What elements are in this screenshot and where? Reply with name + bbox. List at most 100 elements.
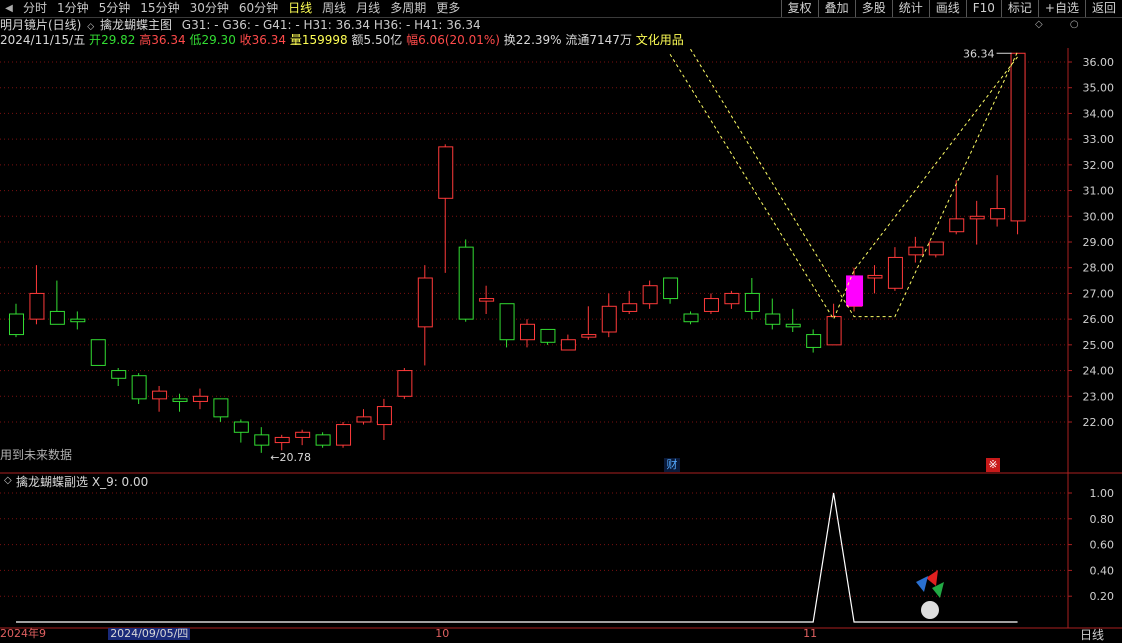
vol-value: 159998: [301, 33, 348, 47]
collapse-icon[interactable]: ◇: [87, 22, 94, 32]
toolbar-button-4[interactable]: 画线: [928, 0, 966, 17]
tab-8[interactable]: 月线: [351, 0, 385, 17]
high-price-marker: 36.34: [963, 47, 995, 60]
candle-body: [417, 277, 433, 328]
candle-body: [295, 431, 311, 438]
toolbar-button-6[interactable]: 标记: [1000, 0, 1038, 17]
candlestick-chart[interactable]: ←20.78 36.34 22.00 23.00 24.00 25.00 26.00 27.…: [0, 0, 1122, 640]
candle-body: [765, 313, 781, 325]
vol-label: 量: [289, 33, 302, 47]
indicator-name[interactable]: 擒龙蝴蝶主图: [100, 18, 172, 32]
candle-body: [847, 277, 863, 307]
candle-body: [560, 339, 576, 351]
date-axis: 2024年9 2024/09/05/四 10 11: [0, 628, 1069, 640]
tab-3[interactable]: 15分钟: [135, 0, 184, 17]
toolbar-button-0[interactable]: 复权: [780, 0, 818, 17]
chevron-left-icon[interactable]: ◀: [0, 0, 18, 17]
candle-body: [336, 424, 352, 446]
candle-body: [928, 241, 944, 256]
candle-body: [274, 436, 290, 444]
candle-body: [826, 316, 842, 346]
y-tick-label: 36.00: [1083, 56, 1115, 69]
candle-body: [131, 375, 147, 400]
stock-name[interactable]: 明月镜片(日线): [0, 18, 81, 32]
candle-body: [29, 292, 45, 320]
candle-body: [540, 328, 556, 343]
y-tick-label: 32.00: [1083, 159, 1115, 172]
period-tabs: ◀ 分时 1分钟 5分钟 15分钟 30分钟 60分钟 日线 周线 月线 多周期 更多: [0, 0, 465, 17]
toolbar-button-7[interactable]: +自选: [1037, 0, 1085, 17]
watermark-logo: [916, 570, 944, 619]
candle-body: [213, 398, 229, 418]
chart-title-row: 明月镜片(日线) ◇ 擒龙蝴蝶主图 G31: - G36: - G41: - H…: [0, 18, 481, 33]
candle-body: [683, 313, 699, 323]
amt-value: 5.50亿: [363, 33, 403, 47]
quote-info-row: 2024/11/15/五 开29.82 高36.34 低29.30 收36.34…: [0, 33, 684, 48]
close-label: 收: [239, 33, 252, 47]
y-tick-label: 34.00: [1083, 107, 1115, 120]
finance-badge[interactable]: 财: [664, 458, 680, 472]
diamond-icon[interactable]: ◇ ○: [1035, 19, 1079, 30]
high-label: 高: [139, 33, 152, 47]
low-price-marker: ←20.78: [270, 451, 311, 464]
candle-body: [9, 313, 24, 336]
tab-0[interactable]: 分时: [18, 0, 52, 17]
tab-7[interactable]: 周线: [317, 0, 351, 17]
tab-4[interactable]: 30分钟: [185, 0, 234, 17]
candle-body: [172, 398, 188, 402]
candle-body: [70, 318, 86, 323]
y-tick-label: 27.00: [1083, 287, 1115, 300]
candle-body: [520, 323, 535, 341]
candle-body: [969, 215, 985, 220]
tab-10[interactable]: 更多: [431, 0, 465, 17]
sector-tag[interactable]: 文化用品: [636, 33, 684, 47]
candle-body: [111, 370, 127, 379]
y-tick-label: 26.00: [1083, 313, 1115, 326]
sub-y-tick-label: 0.40: [1090, 564, 1115, 577]
sub-indicator-title: 擒龙蝴蝶副选 X_9: 0.00: [16, 475, 148, 489]
open-value: 29.82: [101, 33, 136, 47]
float-value: 7147万: [589, 33, 632, 47]
sub-indicator-name[interactable]: 擒龙蝴蝶副选: [16, 475, 88, 489]
quote-date: 2024/11/15/五: [0, 33, 86, 47]
collapse-sub-icon[interactable]: ◇: [4, 475, 12, 486]
tab-1[interactable]: 1分钟: [52, 0, 94, 17]
toolbar-button-3[interactable]: 统计: [891, 0, 929, 17]
signal-highlight: [846, 275, 864, 307]
tab-5[interactable]: 60分钟: [234, 0, 283, 17]
sub-y-tick-label: 0.20: [1090, 590, 1115, 603]
candle-body: [90, 339, 106, 366]
candle-body: [622, 303, 638, 312]
candle-body: [908, 246, 924, 256]
date-label-0: 2024年9: [0, 627, 46, 640]
y-tick-label: 28.00: [1083, 262, 1115, 275]
low-label: 低: [189, 33, 202, 47]
amt-label: 额: [351, 33, 364, 47]
toolbar-button-1[interactable]: 叠加: [817, 0, 855, 17]
candle-body: [724, 292, 740, 305]
candle-body: [356, 416, 372, 423]
turn-label: 换: [503, 33, 516, 47]
tab-2[interactable]: 5分钟: [94, 0, 136, 17]
butterfly-dashed-line-2: [669, 54, 1018, 321]
candle-body: [744, 292, 760, 312]
toolbar-button-8[interactable]: 返回: [1084, 0, 1122, 17]
candle-body: [1010, 52, 1026, 222]
date-label-3: 11: [803, 627, 818, 640]
candle-body: [990, 208, 1006, 220]
y-tick-label: 22.00: [1083, 416, 1115, 429]
toolbar-button-5[interactable]: F10: [965, 0, 1001, 17]
tab-6[interactable]: 日线: [283, 0, 317, 17]
sub-indicator-line: [16, 492, 1018, 623]
candle-body: [499, 303, 515, 341]
candle-body: [49, 310, 65, 325]
y-tick-label: 24.00: [1083, 365, 1115, 378]
tab-9[interactable]: 多周期: [385, 0, 431, 17]
event-badge[interactable]: ※: [986, 458, 1000, 472]
y-tick-label: 33.00: [1083, 133, 1115, 146]
sub-y-tick-label: 0.60: [1090, 539, 1115, 552]
candle-body: [887, 256, 903, 289]
butterfly-dashed-line: [690, 48, 1019, 318]
chg-label: 幅: [406, 33, 419, 47]
toolbar-button-2[interactable]: 多股: [854, 0, 892, 17]
